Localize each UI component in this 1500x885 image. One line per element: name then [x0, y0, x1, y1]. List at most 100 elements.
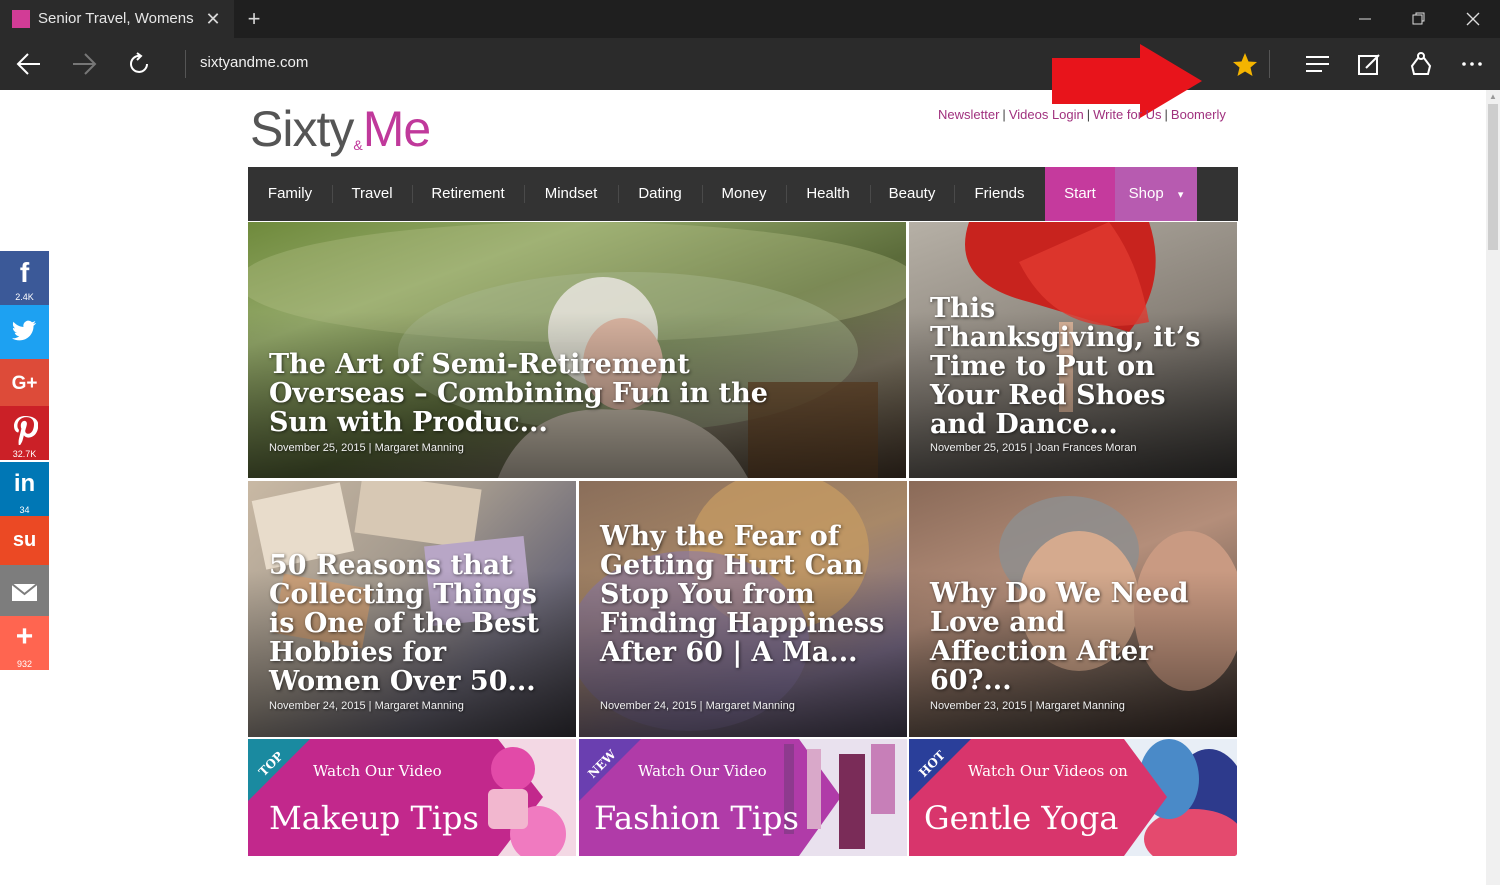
link-separator: |	[1002, 107, 1006, 122]
article-title[interactable]: Why Do We Need Love and Affection After …	[930, 579, 1210, 695]
write-for-us-link[interactable]: Write for Us	[1093, 107, 1161, 122]
url-field[interactable]: sixtyandme.com	[200, 54, 308, 71]
boomerly-link[interactable]: Boomerly	[1171, 107, 1226, 122]
linkedin-share-button[interactable]: in 34	[0, 462, 49, 516]
scroll-up-arrow-icon[interactable]: ▲	[1489, 92, 1497, 101]
share-plus-icon: +	[15, 620, 34, 653]
restore-button[interactable]	[1392, 0, 1446, 38]
promo-title: Makeup Tips	[269, 799, 479, 837]
tab-title: Senior Travel, Womens I	[38, 10, 196, 27]
article-tile[interactable]: Why the Fear of Getting Hurt Can Stop Yo…	[579, 481, 907, 737]
promo-makeup-tips[interactable]: TOP Watch Our Video Makeup Tips	[248, 739, 576, 856]
share-count: 932	[16, 659, 33, 669]
promo-subtitle: Watch Our Video	[313, 762, 442, 780]
hub-lines-icon	[1306, 56, 1329, 72]
promo-title: Fashion Tips	[594, 799, 799, 837]
browser-tab-bar: Senior Travel, Womens I ✕ +	[0, 0, 1500, 38]
promo-subtitle: Watch Our Videos on	[968, 762, 1128, 780]
nav-item-start[interactable]: Start	[1045, 167, 1115, 221]
nav-item-family[interactable]: Family	[248, 167, 332, 221]
stumbleupon-share-button[interactable]: su	[0, 516, 49, 570]
nav-item-beauty[interactable]: Beauty	[870, 167, 954, 221]
minimize-icon	[1359, 18, 1371, 20]
facebook-share-button[interactable]: f 2.4K	[0, 251, 49, 305]
article-title[interactable]: This Thanksgiving, it’s Time to Put on Y…	[930, 294, 1210, 439]
share-count: 32.7K	[12, 449, 37, 459]
hub-button[interactable]	[1297, 46, 1337, 82]
nav-item-mindset[interactable]: Mindset	[524, 167, 618, 221]
share-icon	[1410, 52, 1432, 75]
address-separator	[185, 50, 186, 78]
link-separator: |	[1086, 107, 1091, 122]
favorite-button[interactable]	[1224, 46, 1264, 82]
share-button[interactable]	[1400, 46, 1440, 82]
more-menu-button[interactable]	[1452, 46, 1492, 82]
nav-item-money[interactable]: Money	[702, 167, 786, 221]
article-tile[interactable]: Why Do We Need Love and Affection After …	[909, 481, 1237, 737]
newsletter-link[interactable]: Newsletter	[938, 107, 999, 122]
article-tile[interactable]: 50 Reasons that Collecting Things is One…	[248, 481, 576, 737]
article-title[interactable]: The Art of Semi-Retirement Overseas – Co…	[269, 350, 789, 437]
toolbar-separator	[1269, 50, 1270, 78]
article-meta: November 23, 2015 | Margaret Manning	[930, 700, 1125, 712]
star-icon	[1233, 53, 1257, 76]
forward-arrow-icon	[73, 53, 97, 75]
google-plus-icon: G+	[11, 373, 38, 394]
email-icon	[12, 584, 37, 601]
refresh-button[interactable]	[120, 46, 160, 82]
browser-address-bar: sixtyandme.com	[0, 38, 1500, 118]
promo-fashion-tips[interactable]: NEW Watch Our Video Fashion Tips	[579, 739, 907, 856]
email-share-button[interactable]	[0, 565, 49, 619]
browser-tab[interactable]: Senior Travel, Womens I ✕	[0, 0, 234, 38]
promo-subtitle: Watch Our Video	[638, 762, 767, 780]
article-meta: November 24, 2015 | Margaret Manning	[600, 700, 795, 712]
article-title[interactable]: 50 Reasons that Collecting Things is One…	[269, 551, 549, 696]
close-tab-button[interactable]: ✕	[200, 6, 226, 32]
scroll-thumb[interactable]	[1488, 104, 1498, 250]
forward-button[interactable]	[63, 46, 103, 82]
page-scrollbar[interactable]: ▲	[1486, 90, 1500, 885]
promo-gentle-yoga[interactable]: HOT Watch Our Videos on Gentle Yoga	[909, 739, 1237, 856]
nav-item-shop[interactable]: Shop ▾	[1115, 167, 1197, 221]
twitter-share-button[interactable]	[0, 305, 49, 359]
article-tile-featured[interactable]: The Art of Semi-Retirement Overseas – Co…	[248, 222, 906, 478]
nav-item-retirement[interactable]: Retirement	[412, 167, 524, 221]
main-navigation: Family Travel Retirement Mindset Dating …	[248, 167, 1238, 221]
logo-text-me: Me	[362, 101, 431, 157]
chevron-down-icon: ▾	[1177, 189, 1184, 201]
share-count: 34	[19, 505, 30, 515]
minimize-button[interactable]	[1338, 0, 1392, 38]
site-logo[interactable]: Sixty&Me	[250, 100, 431, 162]
article-meta: November 25, 2015 | Joan Frances Moran	[930, 442, 1137, 454]
nav-item-health[interactable]: Health	[786, 167, 870, 221]
pinterest-share-button[interactable]: 32.7K	[0, 406, 49, 460]
web-note-button[interactable]	[1349, 46, 1389, 82]
pen-edit-icon	[1358, 54, 1380, 75]
article-meta: November 24, 2015 | Margaret Manning	[269, 700, 464, 712]
videos-login-link[interactable]: Videos Login	[1009, 107, 1084, 122]
google-plus-share-button[interactable]: G+	[0, 359, 49, 413]
more-share-button[interactable]: + 932	[0, 616, 49, 670]
shop-label: Shop	[1128, 185, 1164, 202]
promo-title: Gentle Yoga	[924, 799, 1119, 837]
nav-item-travel[interactable]: Travel	[332, 167, 412, 221]
restore-icon	[1412, 12, 1425, 25]
back-button[interactable]	[8, 46, 48, 82]
linkedin-icon: in	[13, 470, 36, 497]
refresh-icon	[130, 52, 148, 73]
facebook-icon: f	[19, 257, 30, 288]
logo-ampersand: &	[353, 137, 363, 153]
nav-item-friends[interactable]: Friends	[954, 167, 1045, 221]
ellipsis-icon	[1462, 62, 1482, 66]
article-title[interactable]: Why the Fear of Getting Hurt Can Stop Yo…	[600, 522, 885, 667]
twitter-icon	[12, 320, 36, 341]
share-count: 2.4K	[15, 292, 34, 302]
stumbleupon-icon: su	[12, 529, 37, 551]
link-separator: |	[1164, 107, 1168, 122]
new-tab-button[interactable]: +	[240, 6, 268, 32]
article-tile[interactable]: This Thanksgiving, it’s Time to Put on Y…	[909, 222, 1237, 478]
pinterest-icon	[14, 416, 38, 445]
close-window-button[interactable]	[1446, 0, 1500, 38]
article-meta: November 25, 2015 | Margaret Manning	[269, 442, 464, 454]
nav-item-dating[interactable]: Dating	[618, 167, 702, 221]
